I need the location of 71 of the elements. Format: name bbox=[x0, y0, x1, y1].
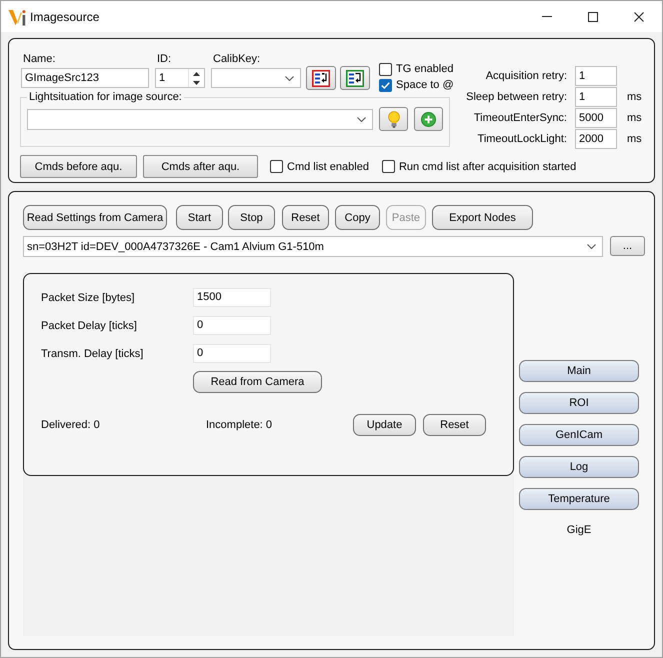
field-label: TimeoutLockLight: bbox=[476, 132, 567, 147]
light-bulb-icon bbox=[388, 110, 400, 128]
field-label: Name: bbox=[22, 52, 56, 66]
toolbar-button[interactable]: Export Nodes bbox=[432, 205, 533, 230]
unit-label: ms bbox=[626, 132, 643, 147]
text-field[interactable]: 0 bbox=[193, 316, 271, 335]
stat-label: Incomplete: 0 bbox=[206, 419, 274, 431]
checkbox[interactable] bbox=[382, 160, 395, 173]
text-field[interactable]: GImageSrc123 bbox=[21, 68, 149, 88]
text-field[interactable]: 1 bbox=[575, 66, 617, 86]
toolbar-button[interactable]: Read Settings from Camera bbox=[23, 205, 167, 230]
dropdown-field[interactable] bbox=[211, 68, 301, 88]
caret-down-icon bbox=[193, 80, 200, 84]
field-label: Transm. Delay [ticks] bbox=[41, 348, 144, 360]
chevron-down-icon bbox=[285, 76, 294, 80]
text-field[interactable]: 1 bbox=[575, 87, 617, 107]
command-button[interactable]: Cmds before aqu. bbox=[20, 155, 137, 178]
toolbar-button[interactable]: Copy bbox=[335, 205, 380, 230]
toolbar-button[interactable]: Stop bbox=[228, 205, 275, 230]
unit-label: ms bbox=[626, 90, 643, 105]
page-button[interactable]: Log bbox=[519, 456, 639, 478]
browse-button[interactable]: ... bbox=[610, 236, 645, 256]
add-button[interactable] bbox=[414, 107, 443, 131]
chevron-down-icon bbox=[587, 244, 596, 249]
action-button[interactable]: Reset bbox=[423, 414, 486, 436]
checkbox-label[interactable]: Space to @ bbox=[396, 78, 454, 92]
field-label: ID: bbox=[156, 52, 172, 66]
checkbox[interactable] bbox=[379, 78, 392, 92]
text-field[interactable]: 5000 bbox=[575, 108, 617, 128]
page-button[interactable]: Temperature bbox=[519, 488, 639, 510]
caret-up-icon bbox=[193, 72, 200, 76]
icon-button[interactable] bbox=[306, 66, 336, 90]
read-button[interactable]: Read from Camera bbox=[193, 371, 322, 393]
checkbox[interactable] bbox=[270, 160, 283, 173]
page-button[interactable]: ROI bbox=[519, 392, 639, 414]
checkbox-label[interactable]: Cmd list enabled bbox=[287, 160, 369, 174]
spin-field[interactable]: 1 bbox=[155, 68, 205, 88]
light-button[interactable] bbox=[379, 107, 408, 131]
interface-label: GigE bbox=[566, 523, 592, 537]
stat-label: Delivered: 0 bbox=[41, 419, 101, 431]
checkbox-label[interactable]: TG enabled bbox=[396, 62, 454, 76]
group-title: Lightsituation for image source: bbox=[28, 90, 183, 104]
toolbar-button[interactable]: Reset bbox=[282, 205, 329, 230]
field-label: Packet Delay [ticks] bbox=[41, 320, 138, 332]
close-icon bbox=[634, 12, 644, 22]
text-field[interactable]: 2000 bbox=[575, 129, 617, 149]
text-field[interactable]: 1500 bbox=[193, 288, 271, 307]
command-button[interactable]: Cmds after aqu. bbox=[143, 155, 258, 178]
field-label: CalibKey: bbox=[212, 52, 262, 66]
dropdown-field[interactable] bbox=[27, 108, 373, 130]
field-label: TimeoutEnterSync: bbox=[472, 111, 567, 126]
logo-icon bbox=[8, 8, 26, 26]
action-button[interactable]: Update bbox=[353, 414, 416, 436]
field-label: Packet Size [bytes] bbox=[41, 292, 136, 304]
add-icon bbox=[421, 112, 436, 126]
window-title: Imagesource bbox=[30, 8, 100, 24]
page-button[interactable]: GenICam bbox=[519, 424, 639, 446]
toolbar-button[interactable]: Start bbox=[176, 205, 223, 230]
icon-button[interactable] bbox=[340, 66, 370, 90]
checkbox-label[interactable]: Run cmd list after acquisition started bbox=[398, 160, 576, 174]
text-field[interactable]: 0 bbox=[193, 344, 271, 363]
field-label: Acquisition retry: bbox=[484, 69, 567, 84]
checkmark-icon bbox=[381, 82, 390, 88]
device-dropdown[interactable]: sn=03H2T id=DEV_000A4737326E - Cam1 Alvium G1-510m bbox=[23, 236, 603, 257]
chevron-down-icon bbox=[357, 116, 366, 122]
page-button[interactable]: Main bbox=[519, 360, 639, 382]
checkbox[interactable] bbox=[379, 62, 392, 76]
minimize-icon bbox=[542, 16, 552, 17]
unit-label: ms bbox=[626, 111, 643, 126]
maximize-icon bbox=[588, 12, 598, 22]
field-label: Sleep between retry: bbox=[466, 90, 567, 105]
